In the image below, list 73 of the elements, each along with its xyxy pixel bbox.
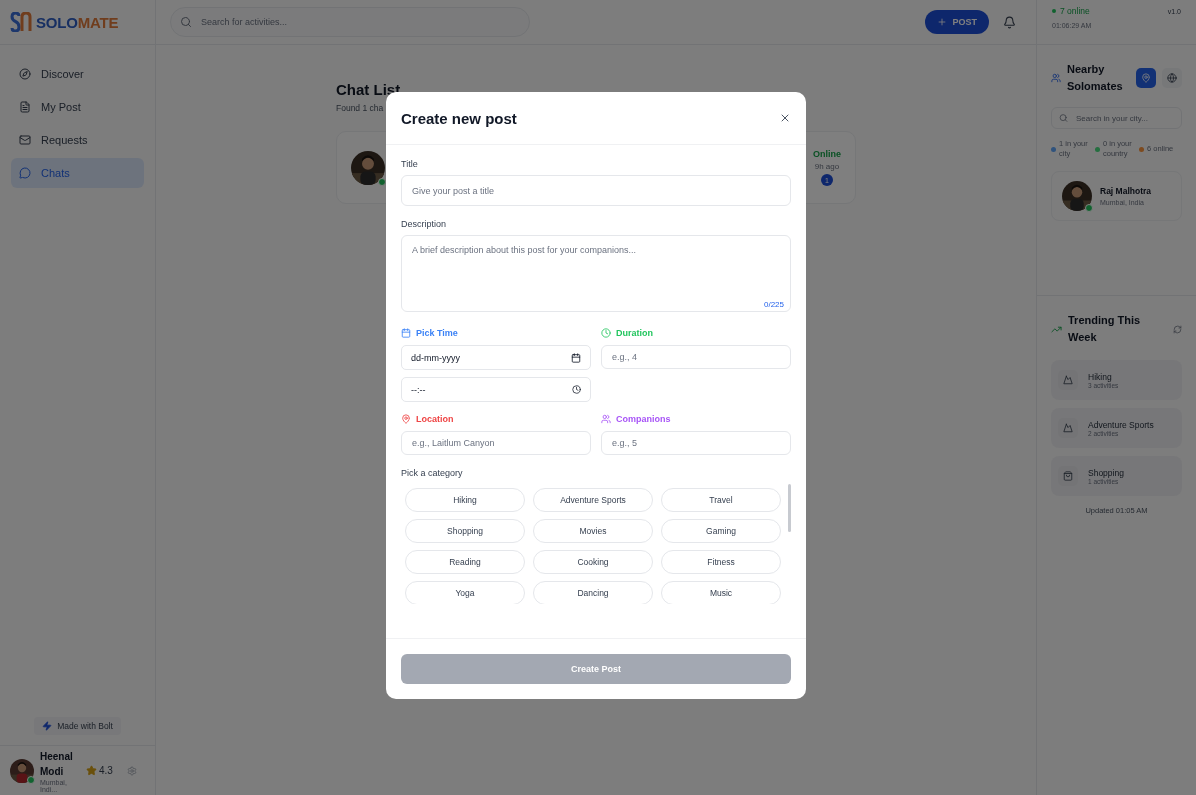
user-rating: 4.3 <box>99 765 113 776</box>
star-icon <box>86 765 97 776</box>
field-label: Companions <box>616 414 671 424</box>
envelope-icon <box>19 134 31 146</box>
duration-field[interactable]: e.g., 4 <box>601 345 791 369</box>
time-field[interactable]: --:-- <box>401 377 591 402</box>
category-chip[interactable]: Gaming <box>661 519 781 543</box>
lightning-icon <box>42 721 53 731</box>
brand-name: SOLOMATE <box>36 13 119 31</box>
category-chip[interactable]: Adventure Sports <box>533 488 653 512</box>
search-icon <box>1059 113 1068 123</box>
nav-item[interactable]: Requests <box>11 125 144 155</box>
made-with-bolt-badge[interactable]: Made with Bolt <box>34 717 121 735</box>
category-chip[interactable]: Dancing <box>533 581 653 604</box>
category-chip[interactable]: Hiking <box>405 488 525 512</box>
mountain-icon <box>1063 423 1073 433</box>
category-chip[interactable]: Movies <box>533 519 653 543</box>
compass-icon <box>19 68 31 80</box>
category-chip[interactable]: Fitness <box>661 550 781 574</box>
location-field[interactable]: e.g., Laitlum Canyon <box>401 431 591 455</box>
online-count: 7 online <box>1052 6 1090 16</box>
world-view-button[interactable] <box>1162 68 1182 88</box>
category-chip[interactable]: Yoga <box>405 581 525 604</box>
close-button[interactable] <box>779 112 791 124</box>
city-view-button[interactable] <box>1136 68 1156 88</box>
search-field[interactable]: Search for activities... <box>170 7 530 37</box>
settings-icon[interactable] <box>126 765 137 776</box>
clock-icon <box>572 385 581 394</box>
field-label: Location <box>416 414 454 424</box>
refresh-icon[interactable] <box>1173 324 1182 334</box>
category-chip[interactable]: Shopping <box>405 519 525 543</box>
category-chip[interactable]: Cooking <box>533 550 653 574</box>
map-pin-icon <box>1141 73 1151 83</box>
people-icon <box>1051 73 1061 83</box>
calendar-icon <box>571 352 581 363</box>
post-button[interactable]: POST <box>925 10 989 34</box>
field-label: Pick a category <box>401 468 464 478</box>
logo-icon <box>10 12 32 32</box>
field-label: Duration <box>616 328 653 338</box>
user-name: Heenal Modi <box>40 749 74 779</box>
plus-icon <box>937 17 948 27</box>
field-label: Title <box>401 159 419 169</box>
calendar-icon <box>401 328 411 338</box>
trending-name: Shopping <box>1088 467 1124 478</box>
globe-icon <box>1167 73 1177 83</box>
chat-count: Found 1 cha <box>336 103 385 113</box>
trending-name: Hiking <box>1088 371 1112 382</box>
category-chip[interactable]: Music <box>661 581 781 604</box>
chat-bubble-icon <box>19 167 31 179</box>
notifications-icon[interactable] <box>1003 15 1016 29</box>
title-field[interactable]: Give your post a title <box>401 175 791 206</box>
character-counter: 0/225 <box>763 300 784 309</box>
mountain-icon <box>1063 375 1073 385</box>
chat-status: Online <box>813 149 841 159</box>
search-icon <box>180 16 192 28</box>
companions-field[interactable]: e.g., 5 <box>601 431 791 455</box>
field-label: Description <box>401 219 448 229</box>
nav-item[interactable]: My Post <box>11 92 144 122</box>
section-title: Nearby Solomates <box>1067 62 1124 94</box>
person-name: Raj Malhotra <box>1100 186 1151 196</box>
document-icon <box>19 101 31 113</box>
section-title: Trending This Week <box>1068 313 1142 345</box>
category-chip[interactable]: Travel <box>661 488 781 512</box>
category-chip[interactable]: Reading <box>405 550 525 574</box>
dialog-title: Create new post <box>401 109 517 127</box>
shopping-bag-icon <box>1063 471 1073 481</box>
map-pin-icon <box>401 414 411 424</box>
date-field[interactable]: dd-mm-yyyy <box>401 345 591 370</box>
people-icon <box>601 414 611 424</box>
clock-icon <box>601 328 611 338</box>
field-label: Pick Time <box>416 328 458 338</box>
trending-name: Adventure Sports <box>1088 419 1154 430</box>
nav-item[interactable]: Discover <box>11 59 144 89</box>
